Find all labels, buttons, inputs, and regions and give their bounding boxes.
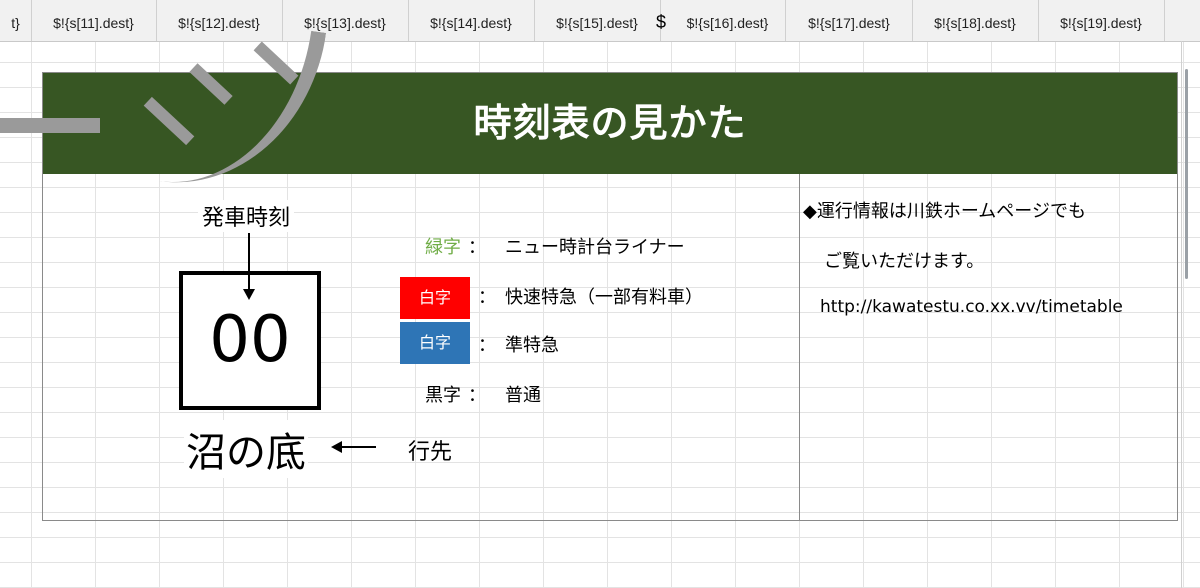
vertical-scrollbar[interactable] [1181,41,1192,588]
legend-key-red-badge: 白字 [400,277,470,319]
dollar-sign: $ [656,12,667,32]
destination-label: 行先 [408,440,453,465]
column-header-cell[interactable]: $!{s[19].dest} [1038,0,1165,41]
scrollbar-thumb[interactable] [1185,69,1188,279]
legend-description: 快速特急（一部有料車） [505,287,703,308]
legend-colon: ： [478,287,496,308]
column-header-cell[interactable]: $!{s[16].dest} [660,0,786,41]
service-info-line1: ◆運行情報は川鉄ホームページでも [803,201,1086,222]
departure-time-label: 発車時刻 [198,200,295,232]
section-divider [799,174,800,520]
arrow-down-icon [248,233,250,293]
legend-colon: ： [468,237,486,258]
service-info-line2: ご覧いただけます。 [824,251,985,272]
legend-key-blue-badge: 白字 [400,322,470,364]
legend-description: ニュー時計台ライナー [505,237,685,258]
column-header-cell[interactable]: $!{s[14].dest} [408,0,535,41]
legend-key-green: 緑字 [425,237,461,258]
legend-description: 準特急 [505,335,559,356]
watermark-dash [0,118,100,133]
column-header-cell[interactable]: $!{s[17].dest} [786,0,913,41]
column-header-cell[interactable]: $!{s[11].dest} [31,0,157,41]
arrow-left-line [340,446,376,448]
sample-destination: 沼の底 [184,420,308,478]
legend-description: 普通 [505,385,541,406]
arrow-down-head [243,289,255,300]
timetable-url-link[interactable]: http://kawatestu.co.xx.vv/timetable [820,297,1123,317]
column-header-cell[interactable]: $!{s[18].dest} [912,0,1039,41]
column-header-cell[interactable]: t} [0,0,32,41]
legend-key-black: 黒字 [425,385,461,406]
legend-colon: ： [478,335,496,356]
legend-colon: ： [468,385,486,406]
column-header-cell[interactable]: $!{s[15].dest} [534,0,661,41]
